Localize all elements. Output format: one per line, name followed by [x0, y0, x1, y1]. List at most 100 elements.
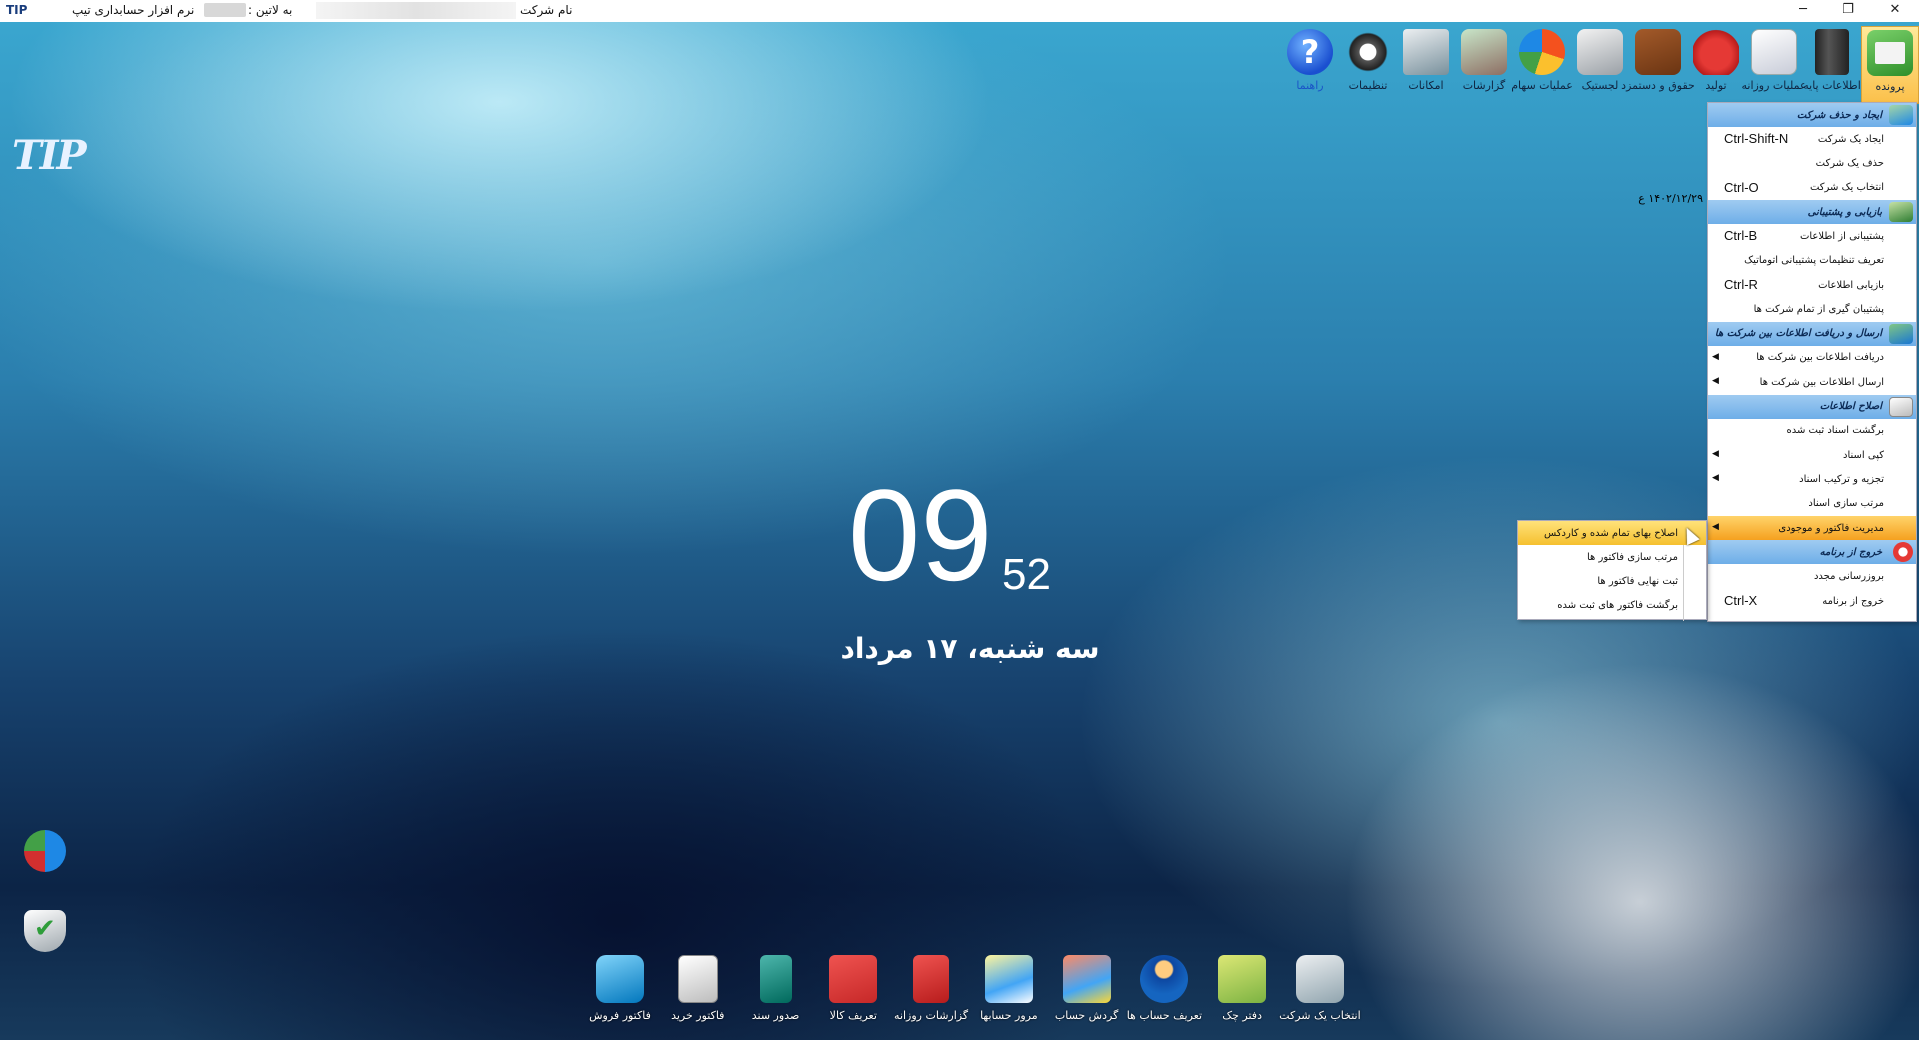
toolbar-stock-ops[interactable]: عملیات سهام	[1511, 26, 1573, 104]
quick-checkbook[interactable]: دفتر چک	[1207, 955, 1277, 1035]
menu-item-send-data[interactable]: ◀ ارسال اطلاعات بین شرکت ها	[1708, 370, 1916, 394]
menu-header-transfer: ارسال و دریافت اطلاعات بین شرکت ها	[1708, 321, 1916, 346]
menu-shortcut: Ctrl-X	[1724, 592, 1758, 608]
latin-name-field	[204, 3, 246, 17]
tip-logo-mark: TIP	[12, 132, 87, 179]
books-icon	[913, 955, 950, 1003]
submenu-item-sort-invoices[interactable]: مرتب سازی فاکتور ها	[1518, 545, 1706, 569]
quick-daily-reports[interactable]: گزارشات روزانه	[894, 955, 968, 1035]
daily-ops-icon	[1751, 29, 1797, 75]
app-logo: TIP	[6, 3, 28, 17]
menu-item-select-company[interactable]: Ctrl-O انتخاب یک شرکت	[1708, 176, 1916, 200]
submenu-arrow-icon: ◀	[1712, 351, 1719, 362]
menu-item-exit[interactable]: Ctrl-X خروج از برنامه	[1708, 589, 1916, 613]
quick-select-company[interactable]: انتخاب یک شرکت	[1279, 955, 1361, 1035]
minimize-button[interactable]: ─	[1781, 0, 1825, 22]
power-icon	[1893, 542, 1913, 563]
menu-item-sort-documents[interactable]: مرتب سازی اسناد	[1708, 492, 1916, 516]
sync-icon[interactable]	[24, 830, 66, 872]
menu-item-backup[interactable]: Ctrl-B پشتیبانی از اطلاعات	[1708, 224, 1916, 248]
main-toolbar: ? راهنما تنظیمات امکانات گزارشات عملیات …	[1281, 26, 1919, 104]
shield-icon[interactable]	[24, 910, 66, 952]
help-glyph: ?	[1300, 33, 1320, 71]
toolbar-label: امکانات	[1408, 79, 1444, 92]
toolbar-label: لجستیک	[1581, 79, 1619, 92]
maximize-button[interactable]: ❐	[1826, 0, 1870, 22]
quick-review-accounts[interactable]: مرور حسابها	[974, 955, 1044, 1035]
menu-item-split-merge-documents[interactable]: ◀ تجزیه و ترکیب اسناد	[1708, 467, 1916, 491]
submenu-item-label: اصلاح بهای تمام شده و کاردکس	[1544, 527, 1678, 539]
toolbar-label: عملیات سهام	[1511, 79, 1573, 92]
company-name-label: نام شرکت	[520, 3, 573, 17]
base-info-icon	[1815, 29, 1849, 75]
menu-header-backup: بازیابی و پشتیبانی	[1708, 200, 1916, 225]
latin-name-label: به لاتین :	[248, 3, 293, 17]
menu-item-invoice-inventory[interactable]: ◀ مدیریت فاکتور و موجودی	[1708, 516, 1916, 541]
toolbar-label: راهنما	[1296, 79, 1324, 92]
toolbar-facilities[interactable]: امکانات	[1397, 26, 1455, 104]
menu-item-restore[interactable]: Ctrl-R بازیابی اطلاعات	[1708, 273, 1916, 297]
menu-header-exit: خروج از برنامه	[1708, 540, 1916, 565]
quick-purchase-invoice[interactable]: فاکتور خرید	[663, 955, 733, 1035]
toolbar-settings[interactable]: تنظیمات	[1339, 26, 1397, 104]
close-button[interactable]: ✕	[1873, 0, 1917, 22]
submenu-item-revert-invoices[interactable]: برگشت فاکتور های ثبت شده	[1518, 593, 1706, 617]
menu-item-label: کپی اسناد	[1843, 449, 1884, 461]
menu-item-label: بازیابی اطلاعات	[1818, 279, 1884, 291]
menu-shortcut: Ctrl-R	[1724, 276, 1758, 292]
submenu-arrow-icon: ◀	[1712, 376, 1719, 387]
toolbar-label: پرونده	[1875, 80, 1905, 93]
toolbar-payroll[interactable]: حقوق و دستمزد	[1621, 26, 1695, 104]
menu-item-receive-data[interactable]: ◀ دریافت اطلاعات بین شرکت ها	[1708, 346, 1916, 370]
menu-item-label: انتخاب یک شرکت	[1809, 182, 1884, 194]
toolbar-label: گزارشات	[1462, 79, 1506, 92]
menu-shortcut: Ctrl-B	[1724, 228, 1758, 244]
menu-header-text: ارسال و دریافت اطلاعات بین شرکت ها	[1714, 328, 1882, 340]
menu-item-label: پشتیبان گیری از تمام شرکت ها	[1753, 304, 1884, 316]
menu-item-refresh[interactable]: بروزرسانی مجدد	[1708, 564, 1916, 588]
submenu-arrow-icon: ◀	[1712, 473, 1719, 484]
menu-item-label: خروج از برنامه	[1822, 595, 1884, 607]
submenu-item-label: ثبت نهایی فاکتور ها	[1597, 575, 1678, 587]
toolbar-help[interactable]: ? راهنما	[1281, 26, 1339, 104]
menu-item-delete-company[interactable]: حذف یک شرکت	[1708, 151, 1916, 175]
wallet-icon	[1635, 29, 1681, 75]
register-icon	[596, 955, 644, 1003]
toolbar-production[interactable]: تولید	[1687, 26, 1745, 104]
clock-hours: 09	[848, 462, 993, 608]
toolbar-file[interactable]: پرونده	[1861, 26, 1919, 104]
menu-item-auto-backup-settings[interactable]: تعریف تنظیمات پشتیبانی اتوماتیک	[1708, 249, 1916, 273]
report-icon	[1461, 29, 1507, 75]
pie-chart-icon	[1519, 29, 1565, 75]
toolbar-logistics[interactable]: لجستیک	[1571, 26, 1629, 104]
submenu-item-finalize-invoices[interactable]: ثبت نهایی فاکتور ها	[1518, 569, 1706, 593]
quick-sales-invoice[interactable]: فاکتور فروش	[585, 955, 655, 1035]
quick-define-accounts[interactable]: تعریف حساب ها	[1127, 955, 1202, 1035]
file-menu: ایجاد و حذف شرکت Ctrl-Shift-N ایجاد یک ش…	[1707, 102, 1917, 622]
submenu-item-fix-cost[interactable]: اصلاح بهای تمام شده و کاردکس	[1518, 521, 1706, 545]
quick-label: تعریف کالا	[829, 1009, 877, 1022]
toolbar-base-info[interactable]: اطلاعات پایه	[1803, 26, 1861, 104]
toolbar-reports[interactable]: گزارشات	[1455, 26, 1513, 104]
magnifier-icon	[984, 955, 1033, 1003]
toolbar-label: تولید	[1705, 79, 1727, 92]
edit-document-icon	[1889, 396, 1913, 417]
menu-item-copy-documents[interactable]: ◀ کپی اسناد	[1708, 443, 1916, 467]
menu-item-label: ارسال اطلاعات بین شرکت ها	[1759, 376, 1884, 388]
chart-icon	[1062, 955, 1111, 1003]
quick-define-goods[interactable]: تعریف کالا	[818, 955, 888, 1035]
menu-item-create-company[interactable]: Ctrl-Shift-N ایجاد یک شرکت	[1708, 127, 1916, 151]
menu-item-backup-all[interactable]: پشتیبان گیری از تمام شرکت ها	[1708, 297, 1916, 321]
quick-account-turnover[interactable]: گردش حساب	[1052, 955, 1122, 1035]
toolbar-label: عملیات روزانه	[1741, 79, 1807, 92]
quick-issue-document[interactable]: صدور سند	[741, 955, 811, 1035]
quick-label: انتخاب یک شرکت	[1279, 1009, 1361, 1022]
menu-item-label: ایجاد یک شرکت	[1817, 133, 1884, 145]
menu-header-text: اصلاح اطلاعات	[1819, 401, 1882, 413]
menu-item-label: پشتیبانی از اطلاعات	[1799, 230, 1884, 242]
menu-header-correction: اصلاح اطلاعات	[1708, 394, 1916, 419]
menu-item-label: حذف یک شرکت	[1815, 158, 1884, 170]
menu-item-revert-documents[interactable]: برگشت اسناد ثبت شده	[1708, 419, 1916, 443]
toolbar-daily-ops[interactable]: عملیات روزانه	[1741, 26, 1807, 104]
app-title: نرم افزار حسابداری تیپ	[72, 3, 195, 17]
